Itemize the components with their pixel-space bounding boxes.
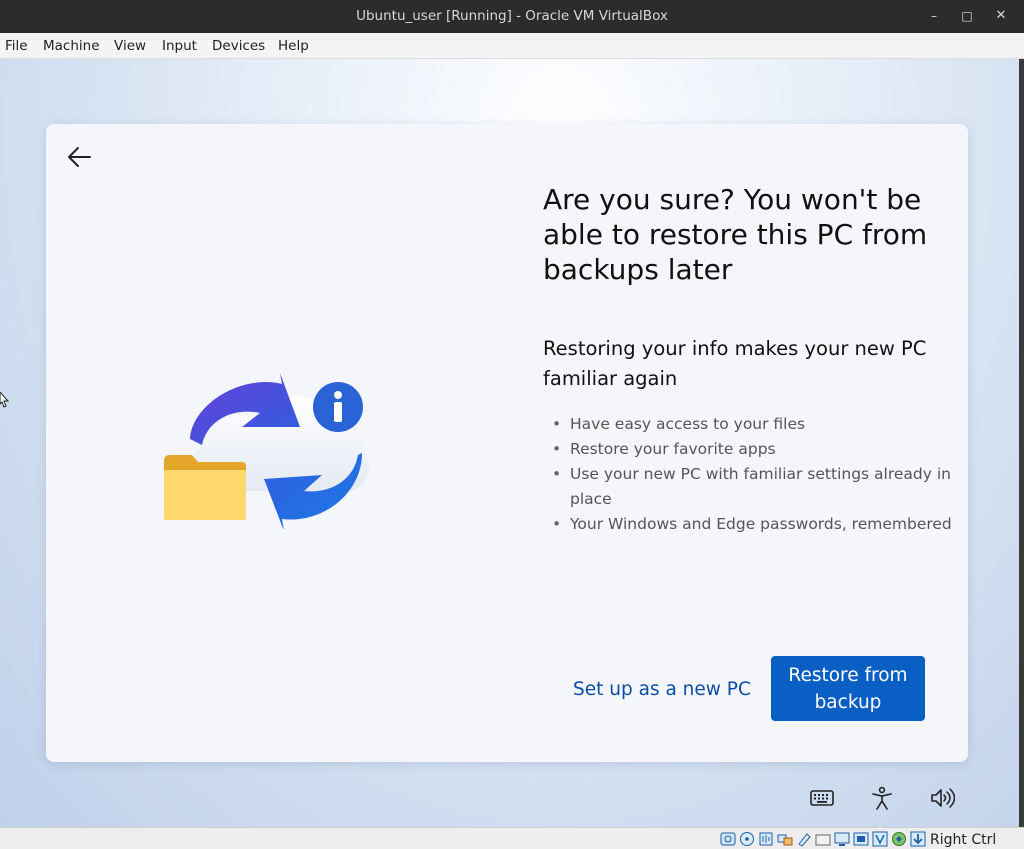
host-key-arrow-icon[interactable] <box>910 831 926 847</box>
oobe-card: Are you sure? You won't be able to resto… <box>46 124 968 762</box>
host-key-label: Right Ctrl <box>930 832 997 848</box>
audio-icon[interactable] <box>758 831 774 847</box>
mouse-integration-icon[interactable] <box>891 831 907 847</box>
list-item: Your Windows and Edge passwords, remembe… <box>552 512 952 537</box>
menu-file[interactable]: File <box>5 38 28 54</box>
menu-view[interactable]: View <box>114 38 146 54</box>
list-item: Use your new PC with familiar settings a… <box>552 462 952 512</box>
window-edge <box>1019 59 1024 827</box>
backup-restore-illustration <box>164 373 370 529</box>
window-title: Ubuntu_user [Running] - Oracle VM Virtua… <box>356 8 668 24</box>
menu-help[interactable]: Help <box>278 38 309 54</box>
restore-from-backup-button[interactable]: Restore from backup <box>771 656 925 721</box>
usb-icon[interactable] <box>796 831 812 847</box>
menu-machine[interactable]: Machine <box>43 38 100 54</box>
mouse-pointer-icon <box>0 392 10 408</box>
keyboard-icon[interactable] <box>809 786 835 810</box>
menu-bar: File Machine View Input Devices Help <box>0 33 1024 59</box>
hard-disk-icon[interactable] <box>720 831 736 847</box>
page-title: Are you sure? You won't be able to resto… <box>543 183 928 286</box>
network-icon[interactable] <box>777 831 793 847</box>
display-icon[interactable] <box>834 831 850 847</box>
virtualization-icon[interactable] <box>872 831 888 847</box>
menu-input[interactable]: Input <box>162 38 197 54</box>
status-bar: Right Ctrl <box>0 827 1024 849</box>
setup-as-new-pc-button[interactable]: Set up as a new PC <box>573 679 751 700</box>
volume-icon[interactable] <box>929 786 955 810</box>
close-button[interactable]: ✕ <box>989 5 1013 27</box>
maximize-button[interactable]: □ <box>955 5 979 27</box>
window-titlebar: Ubuntu_user [Running] - Oracle VM Virtua… <box>0 0 1024 33</box>
accessibility-icon[interactable] <box>869 786 895 810</box>
shared-folders-icon[interactable] <box>815 831 831 847</box>
recording-icon[interactable] <box>853 831 869 847</box>
list-item: Have easy access to your files <box>552 412 952 437</box>
list-item: Restore your favorite apps <box>552 437 952 462</box>
vm-screen[interactable]: Are you sure? You won't be able to resto… <box>0 59 1019 827</box>
optical-drive-icon[interactable] <box>739 831 755 847</box>
menu-devices[interactable]: Devices <box>212 38 265 54</box>
back-arrow-icon[interactable] <box>64 142 96 172</box>
minimize-button[interactable]: – <box>922 5 946 27</box>
page-subtitle: Restoring your info makes your new PC fa… <box>543 337 927 390</box>
benefits-list: Have easy access to your files Restore y… <box>552 412 952 537</box>
